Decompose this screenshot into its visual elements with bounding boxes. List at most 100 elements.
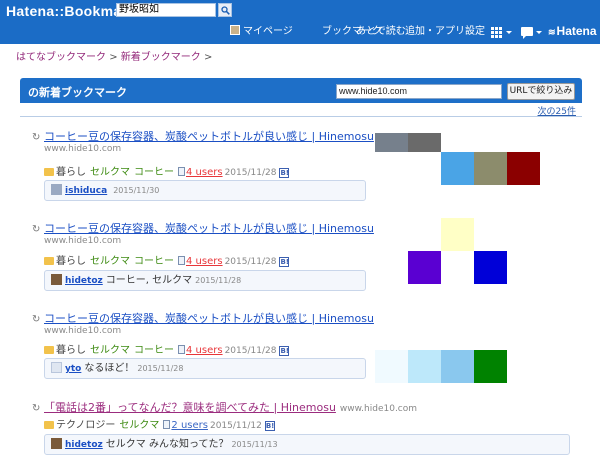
avatar[interactable]	[51, 362, 62, 373]
bookmark-add-icon[interactable]: B!	[264, 421, 275, 431]
users-count-link[interactable]: 4 users	[186, 167, 223, 178]
entry-meta: 暮らし セルクマ コーヒー 4 users 2015/11/28 B!	[44, 163, 290, 178]
users-count-link[interactable]: 4 users	[186, 345, 223, 356]
tag-link[interactable]: セルクマ	[90, 167, 130, 178]
comment-icon[interactable]	[521, 27, 533, 39]
entry-date: 2015/11/28	[224, 346, 277, 356]
breadcrumb-current[interactable]: 新着ブックマーク	[121, 52, 201, 63]
url-filter-input[interactable]: www.hide10.com	[336, 84, 502, 99]
apps-grid-icon[interactable]	[491, 27, 503, 38]
tag-link[interactable]: セルクマ	[90, 345, 130, 356]
entry-domain: www.hide10.com	[339, 404, 418, 414]
top-bar: Hatena::Bookmark 野坂昭如 マイページ ブックマーク あとで読む…	[0, 0, 600, 44]
color-swatch	[408, 350, 441, 383]
breadcrumb-root[interactable]: はてなブックマーク	[16, 52, 106, 63]
page-icon	[178, 167, 185, 176]
comment-date: 2015/11/13	[231, 440, 278, 449]
entry-item: ↻ コーヒー豆の保存容器、炭酸ペットボトルが良い感じ | Hinemosu www…	[32, 310, 374, 385]
user-avatar-icon	[230, 25, 240, 35]
nav-mypage-label: マイページ	[243, 26, 293, 37]
comment-date: 2015/11/28	[137, 364, 184, 373]
search-input[interactable]: 野坂昭如	[116, 3, 216, 17]
tag-link[interactable]: セルクマ	[90, 256, 130, 267]
nav-settings[interactable]: 設定	[465, 24, 485, 40]
users-count-link[interactable]: 2 users	[171, 420, 208, 431]
page-icon	[178, 256, 185, 265]
chevron-down-icon[interactable]	[506, 31, 512, 34]
entry-date: 2015/11/28	[224, 168, 277, 178]
tag-link[interactable]: セルクマ	[119, 420, 159, 431]
bookmark-comment: ishiduca 2015/11/30	[44, 180, 366, 201]
user-link[interactable]: hidetoz	[65, 276, 103, 286]
filter-by-url-button[interactable]: URLで絞り込み	[507, 83, 575, 100]
comment-text: コーヒー, セルクマ	[105, 275, 193, 286]
favicon-icon: ↻	[32, 314, 41, 325]
breadcrumb-separator: >	[203, 52, 213, 63]
bookmark-add-icon[interactable]: B!	[279, 346, 290, 356]
tag-link[interactable]: テクノロジー	[56, 420, 115, 431]
entry-meta: テクノロジー セルクマ 2 users 2015/11/12 B!	[44, 416, 275, 431]
avatar[interactable]	[51, 274, 62, 285]
tag-link[interactable]: コーヒー	[134, 256, 174, 267]
entry-date: 2015/11/28	[224, 257, 277, 267]
tag-link[interactable]: 暮らし	[56, 345, 86, 356]
color-swatch	[474, 350, 507, 383]
page-icon	[163, 420, 171, 429]
entry-title-link[interactable]: コーヒー豆の保存容器、炭酸ペットボトルが良い感じ | Hinemosu	[44, 222, 374, 235]
panel-title: の新着ブックマーク	[28, 86, 127, 99]
entry-domain: www.hide10.com	[44, 144, 122, 154]
users-count-link[interactable]: 4 users	[186, 256, 223, 267]
bookmark-add-icon[interactable]: B!	[279, 168, 290, 178]
entry-domain: www.hide10.com	[44, 326, 122, 336]
hatena-brand-link[interactable]: ≋Hatena	[548, 23, 597, 40]
breadcrumb-separator: >	[109, 52, 118, 63]
color-swatch	[474, 152, 507, 185]
folder-icon	[44, 421, 54, 429]
color-swatch	[375, 133, 408, 152]
entry-title-link[interactable]: コーヒー豆の保存容器、炭酸ペットボトルが良い感じ | Hinemosu	[44, 312, 374, 325]
nav-read-later[interactable]: あとで読む	[356, 24, 406, 40]
favicon-icon: ↻	[32, 132, 41, 143]
tag-link[interactable]: コーヒー	[134, 167, 174, 178]
entry-title-link[interactable]: 「電話は2番」ってなんだ？意味を調べてみた | Hinemosu	[44, 401, 336, 414]
color-swatch	[474, 251, 507, 284]
color-swatch	[408, 133, 441, 152]
bookmark-add-icon[interactable]: B!	[279, 257, 290, 267]
color-swatch	[441, 218, 474, 251]
folder-icon	[44, 168, 54, 176]
bookmark-comment: yto なるほど！ 2015/11/28	[44, 358, 366, 379]
tag-link[interactable]: 暮らし	[56, 256, 86, 267]
hatena-brand-label: Hatena	[556, 24, 597, 38]
avatar[interactable]	[51, 184, 62, 195]
color-swatch	[441, 350, 474, 383]
bookmark-comment: hidetoz コーヒー, セルクマ 2015/11/28	[44, 270, 366, 291]
folder-icon	[44, 346, 54, 354]
chevron-down-icon[interactable]	[536, 31, 542, 34]
entry-domain: www.hide10.com	[44, 236, 122, 246]
user-link[interactable]: ishiduca	[65, 186, 107, 196]
next-page-link[interactable]: 次の25件	[538, 104, 576, 117]
nav-add-apps[interactable]: 追加・アプリ	[405, 24, 465, 40]
color-swatch	[507, 152, 540, 185]
tag-link[interactable]: 暮らし	[56, 167, 86, 178]
page-icon	[178, 345, 185, 354]
color-swatch	[408, 251, 441, 284]
bookmark-comment: hidetoz セルクマ みんな知ってた？ 2015/11/13	[44, 434, 570, 455]
entry-meta: 暮らし セルクマ コーヒー 4 users 2015/11/28 B!	[44, 341, 290, 356]
user-link[interactable]: hidetoz	[65, 440, 103, 450]
comment-text: セルクマ みんな知ってた？	[105, 439, 229, 450]
color-swatch	[441, 152, 474, 185]
tag-link[interactable]: コーヒー	[134, 345, 174, 356]
favicon-icon: ↻	[32, 224, 41, 235]
search-button[interactable]	[218, 3, 232, 17]
hatena-mark-icon: ≋	[548, 27, 556, 37]
user-link[interactable]: yto	[65, 364, 81, 374]
comment-date: 2015/11/28	[195, 276, 242, 285]
breadcrumb: はてなブックマーク > 新着ブックマーク >	[16, 48, 212, 63]
entry-title-link[interactable]: コーヒー豆の保存容器、炭酸ペットボトルが良い感じ | Hinemosu	[44, 130, 374, 143]
entry-date: 2015/11/12	[209, 421, 262, 431]
avatar[interactable]	[51, 438, 62, 449]
nav-mypage[interactable]: マイページ	[230, 24, 293, 40]
entry-item: ↻ 「電話は2番」ってなんだ？意味を調べてみた | Hinemosu www.hid…	[32, 399, 577, 461]
comment-text: なるほど！	[84, 363, 135, 374]
